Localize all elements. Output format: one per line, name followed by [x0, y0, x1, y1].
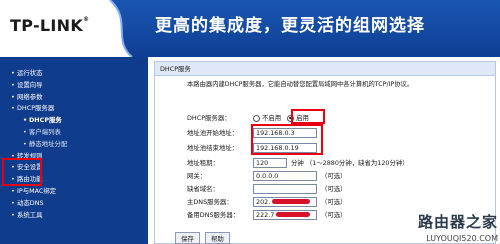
domain-hint: （可选） — [321, 185, 347, 193]
sidebar-menu: • 运行状态 • 设置向导 • 网络参数 • DHCP服务器 • DHCP服务 • 客户端列… — [11, 68, 67, 221]
dns-secondary-redaction — [276, 212, 311, 217]
dns-primary-redaction — [272, 199, 311, 204]
gateway-input[interactable]: 0.0.0.0 — [253, 170, 317, 181]
help-button[interactable]: 帮助 — [205, 232, 230, 244]
sidebar-item-system-tools[interactable]: • 系统工具 — [11, 210, 67, 222]
address-pool-highlight-box — [251, 124, 323, 155]
dns-primary-input[interactable]: 202. — [253, 196, 317, 207]
domain-input[interactable] — [253, 183, 317, 194]
gateway-row: 网关： 0.0.0.0 （可选） — [187, 170, 347, 181]
domain-row: 缺省域名： （可选） — [187, 183, 347, 194]
panel-title: DHCP服务 — [155, 62, 495, 76]
sidebar-item-client-list[interactable]: • 客户端列表 — [11, 127, 67, 139]
sidebar-item-dhcp-service[interactable]: • DHCP服务 — [11, 115, 67, 127]
lease-input[interactable]: 120 — [253, 157, 287, 168]
dns-secondary-input[interactable]: 222.7 — [253, 209, 317, 220]
end-ip-label: 地址池结束地址： — [187, 144, 239, 152]
dhcp-server-label: DHCP服务器： — [187, 114, 231, 122]
tp-link-logo: TP-LINK® — [10, 16, 90, 35]
site-watermark-url: LUYOUQI520.COM — [426, 234, 498, 243]
sidebar-highlight-box — [2, 158, 42, 186]
dns-primary-hint: （可选） — [321, 198, 347, 206]
save-button[interactable]: 保存 — [175, 232, 200, 244]
dns-secondary-label: 备用DNS服务器： — [187, 211, 240, 219]
enable-highlight-box — [291, 109, 325, 124]
dns-secondary-hint: （可选） — [321, 211, 347, 219]
sidebar-item-ddns[interactable]: • 动态DNS — [11, 198, 67, 210]
dns-primary-label: 主DNS服务器： — [187, 198, 233, 206]
header-slogan: 更高的集成度，更灵活的组网选择 — [155, 16, 425, 36]
sidebar-item-dhcp-server[interactable]: • DHCP服务器 — [11, 103, 67, 115]
dns-secondary-row: 备用DNS服务器： 222.7 （可选） — [187, 209, 347, 220]
header-banner: TP-LINK® 更高的集成度，更灵活的组网选择 — [0, 0, 500, 57]
sidebar-item-static-address[interactable]: • 静态地址分配 — [11, 139, 67, 151]
dhcp-disable-radio[interactable]: 不启用 — [253, 113, 281, 122]
domain-label: 缺省域名： — [187, 185, 219, 193]
site-watermark: 路由器之家 — [417, 213, 498, 231]
dns-primary-value: 202. — [256, 197, 271, 206]
dns-primary-row: 主DNS服务器： 202. （可选） — [187, 196, 347, 207]
sidebar-item-ip-mac-binding[interactable]: • IP与MAC绑定 — [11, 186, 67, 198]
lease-hint: 分钟 （1～2880分钟，缺省为120分钟） — [291, 159, 409, 167]
sidebar-item-status[interactable]: • 运行状态 — [11, 68, 67, 80]
panel-description: 本路由器内建DHCP服务器，它能自动替您配置局域网中各计算机的TCP/IP协议。 — [187, 81, 414, 88]
sidebar: • 运行状态 • 设置向导 • 网络参数 • DHCP服务器 • DHCP服务 • 客户端列… — [0, 57, 148, 244]
gateway-hint: （可选） — [321, 172, 347, 180]
sidebar-item-network[interactable]: • 网络参数 — [11, 92, 67, 104]
lease-row: 地址租期： 120 分钟 （1～2880分钟，缺省为120分钟） — [187, 157, 409, 168]
dns-secondary-value: 222.7 — [256, 210, 275, 219]
start-ip-label: 地址池开始地址： — [187, 129, 239, 137]
lease-label: 地址租期： — [187, 159, 219, 167]
gateway-label: 网关： — [187, 172, 207, 180]
sidebar-item-wizard[interactable]: • 设置向导 — [11, 80, 67, 92]
header-wave-decoration — [92, 0, 133, 57]
